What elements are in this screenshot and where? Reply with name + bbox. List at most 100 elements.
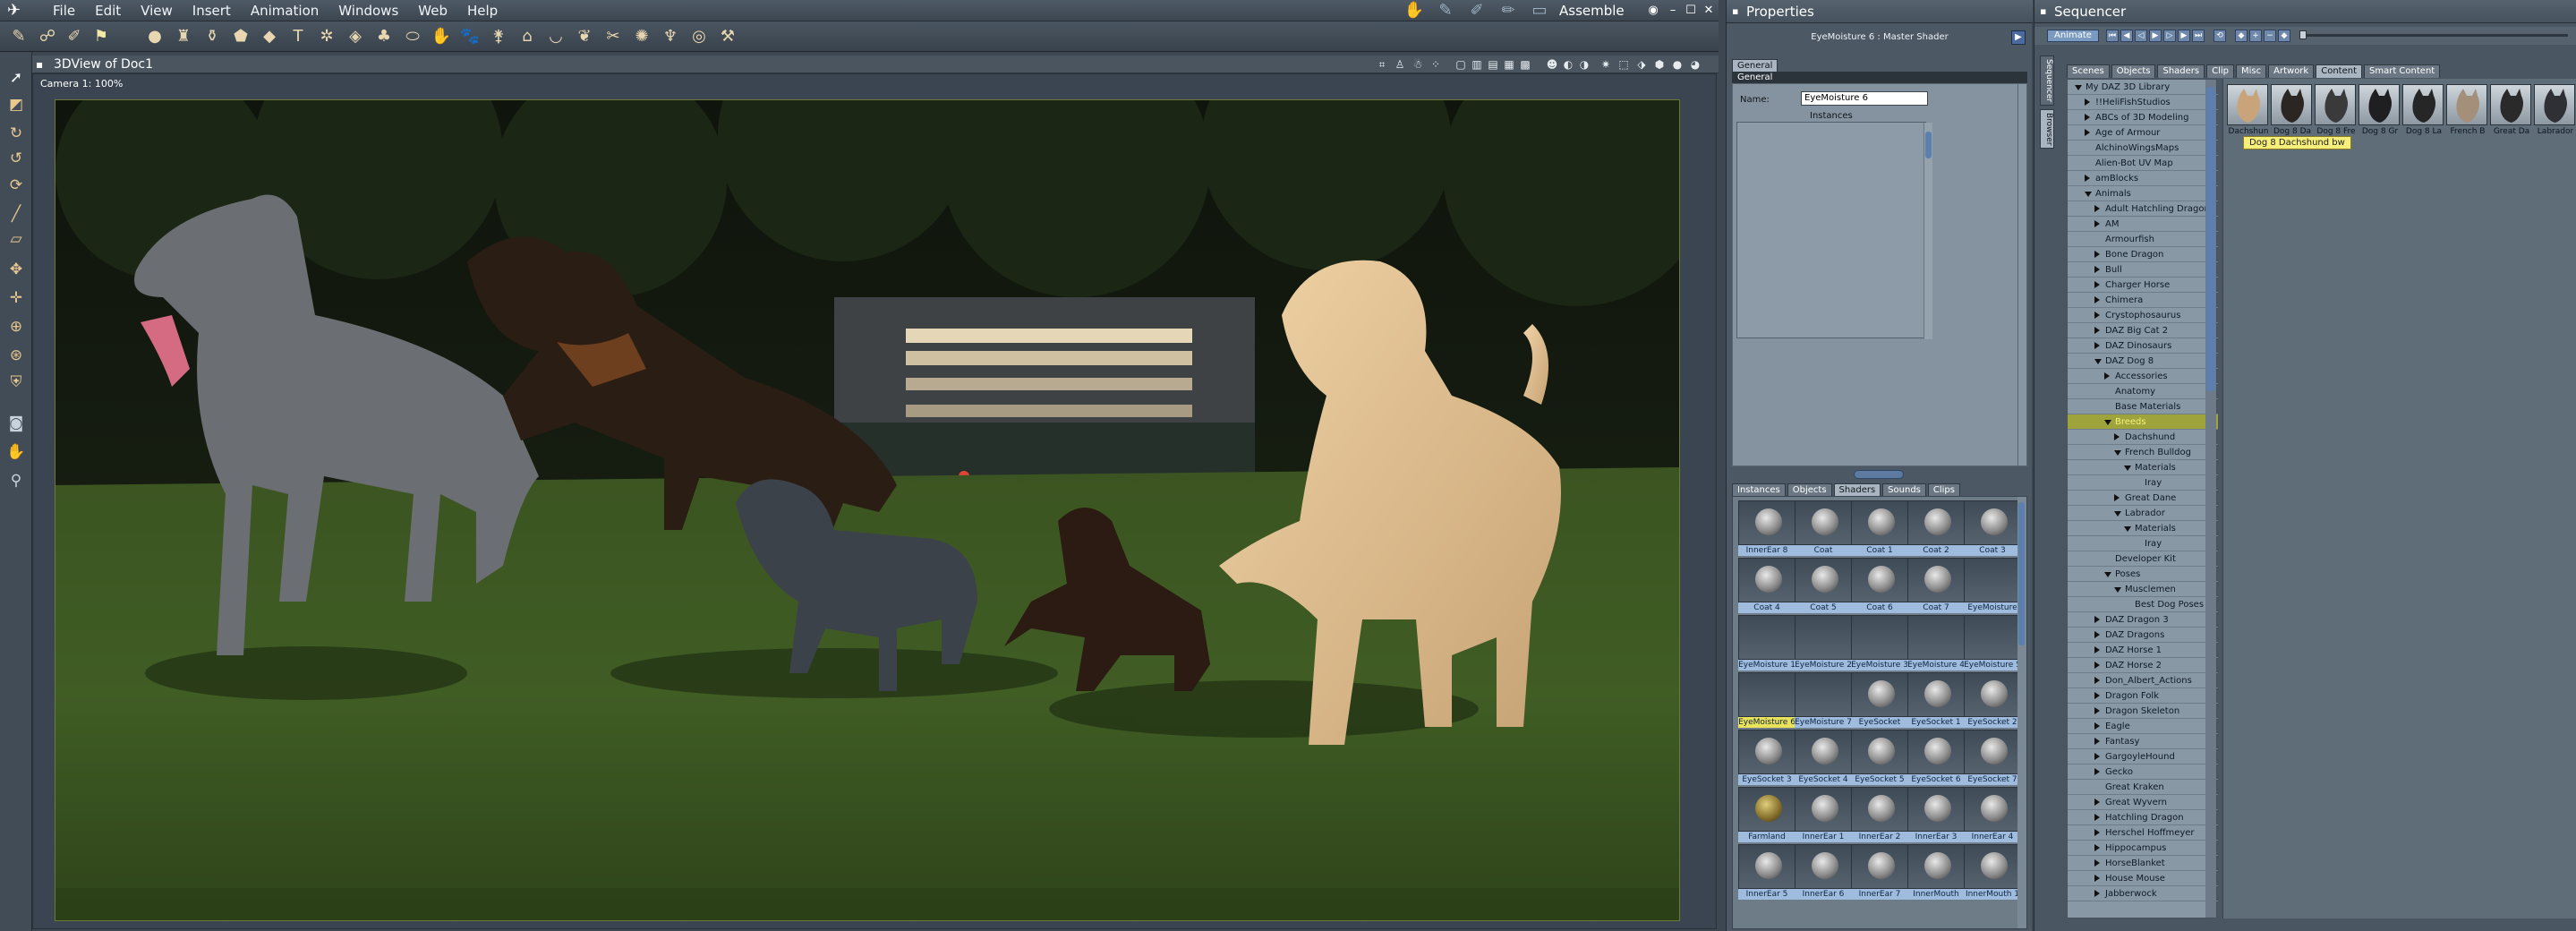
- hand-room-icon[interactable]: ✋: [1401, 0, 1428, 21]
- name-input[interactable]: EyeMoisture 6: [1801, 91, 1928, 106]
- view-face-icon[interactable]: ☻: [1545, 57, 1559, 72]
- instances-scrollbar[interactable]: [1923, 123, 1932, 339]
- bird-prop-icon[interactable]: ⚵: [487, 25, 510, 48]
- shader-item[interactable]: Coat 5: [1795, 558, 1852, 615]
- tree-item[interactable]: Iray: [2068, 475, 2218, 491]
- tab-objects-content[interactable]: Objects: [2111, 64, 2156, 78]
- ruler-room-icon[interactable]: ▭: [1526, 0, 1553, 21]
- collapsed-arrow-icon[interactable]: [2094, 738, 2100, 745]
- collapsed-arrow-icon[interactable]: [2094, 890, 2100, 897]
- shader-item[interactable]: Coat 7: [1907, 558, 1965, 615]
- collapsed-arrow-icon[interactable]: [2094, 875, 2100, 882]
- close-icon[interactable]: ✕: [1701, 3, 1717, 19]
- splat-prop-icon[interactable]: ✺: [630, 25, 653, 48]
- tree-item[interactable]: Adult Hatchling Dragon: [2068, 201, 2218, 217]
- tree-item[interactable]: Dragon Skeleton: [2068, 704, 2218, 719]
- shader-item[interactable]: EyeMoisture 7: [1795, 672, 1852, 730]
- tree-item[interactable]: My DAZ 3D Library: [2068, 80, 2218, 95]
- box-solid-icon[interactable]: ⬢: [1652, 57, 1667, 72]
- collapsed-arrow-icon[interactable]: [2114, 494, 2120, 501]
- collapsed-arrow-icon[interactable]: [2085, 114, 2090, 121]
- collapsed-arrow-icon[interactable]: [2094, 251, 2100, 258]
- collapsed-arrow-icon[interactable]: [2094, 220, 2100, 227]
- collapsed-arrow-icon[interactable]: [2094, 768, 2100, 775]
- collapsed-arrow-icon[interactable]: [2094, 281, 2100, 288]
- content-item[interactable]: Dog 8 Gr: [2358, 84, 2401, 138]
- light-icon[interactable]: ✷: [1599, 57, 1613, 72]
- target-prop-icon[interactable]: ◎: [687, 25, 711, 48]
- tab-general[interactable]: General: [1732, 59, 1778, 73]
- tree-item[interactable]: Alien-Bot UV Map: [2068, 156, 2218, 171]
- content-item[interactable]: French B: [2446, 84, 2489, 138]
- menu-view[interactable]: View: [131, 0, 183, 21]
- collapsed-arrow-icon[interactable]: [2094, 266, 2100, 273]
- text-prop-icon[interactable]: T: [286, 25, 310, 48]
- collapsed-arrow-icon[interactable]: [2094, 327, 2100, 334]
- panel-close-icon[interactable]: ▪: [1732, 5, 1738, 17]
- cylinder-prop-icon[interactable]: ⬭: [401, 25, 424, 48]
- figure-tool-icon[interactable]: ☍: [36, 25, 59, 48]
- tree-item[interactable]: Breeds: [2068, 414, 2218, 430]
- tree-item[interactable]: Anatomy: [2068, 384, 2218, 399]
- joint-tool-icon[interactable]: ⊕: [4, 315, 28, 338]
- expanded-arrow-icon[interactable]: [2085, 192, 2092, 197]
- menu-help[interactable]: Help: [457, 0, 508, 21]
- tree-item[interactable]: Great Wyvern: [2068, 795, 2218, 810]
- pen-room-icon[interactable]: ✐: [1463, 0, 1490, 21]
- collapse-arrow-icon[interactable]: ▶: [2011, 30, 2026, 45]
- view-lock-icon[interactable]: ⌗: [1375, 57, 1389, 72]
- shader-item[interactable]: EyeMoisture 5: [1964, 615, 2021, 672]
- shader-item[interactable]: InnerMouth 1: [1964, 844, 2021, 901]
- brush-room-icon[interactable]: ✎: [1432, 0, 1459, 21]
- tab-scenes[interactable]: Scenes: [2067, 64, 2110, 78]
- pencil-room-icon[interactable]: ✏: [1495, 0, 1522, 21]
- wand-tool-icon[interactable]: ⚑: [90, 25, 113, 48]
- skeleton-prop-icon[interactable]: ♆: [659, 25, 682, 48]
- animate-button[interactable]: Animate: [2047, 30, 2099, 42]
- prev-key-icon[interactable]: ◀: [2120, 30, 2133, 42]
- tab-objects[interactable]: Objects: [1787, 483, 1832, 497]
- tree-item[interactable]: amBlocks: [2068, 171, 2218, 186]
- tree-item[interactable]: House Mouse: [2068, 871, 2218, 886]
- shader-item[interactable]: EyeSocket 6: [1907, 730, 1965, 787]
- eye-icon[interactable]: ◉: [1645, 3, 1661, 19]
- collapsed-arrow-icon[interactable]: [2094, 799, 2100, 806]
- disc-prop-icon[interactable]: ◈: [344, 25, 367, 48]
- general-section-header[interactable]: General: [1732, 72, 2027, 83]
- house-prop-icon[interactable]: ⌂: [516, 25, 539, 48]
- view-figure-icon[interactable]: ☃: [1411, 57, 1425, 72]
- shader-item[interactable]: InnerEar 3: [1907, 787, 1965, 844]
- tab-misc[interactable]: Misc: [2236, 64, 2267, 78]
- expanded-arrow-icon[interactable]: [2124, 466, 2131, 471]
- tree-item[interactable]: Charger Horse: [2068, 278, 2218, 293]
- shader-item[interactable]: InnerEar 8: [1738, 500, 1796, 558]
- render-scene[interactable]: [55, 99, 1680, 921]
- shader-item[interactable]: EyeSocket 2: [1964, 672, 2021, 730]
- ruler-tool-icon[interactable]: ▱: [4, 227, 28, 251]
- viewport[interactable]: Camera 1: 100%: [32, 73, 1717, 929]
- view-mask-icon[interactable]: ◐: [1561, 57, 1575, 72]
- tree-item[interactable]: Musclemen: [2068, 582, 2218, 597]
- vase-prop-icon[interactable]: ⚱: [200, 25, 224, 48]
- content-item[interactable]: Labrador: [2534, 84, 2576, 138]
- tree-item[interactable]: !!HeliFishStudios: [2068, 95, 2218, 110]
- collapsed-arrow-icon[interactable]: [2094, 722, 2100, 730]
- tree-item[interactable]: Poses: [2068, 567, 2218, 582]
- tree-item[interactable]: Jabberwock: [2068, 886, 2218, 901]
- tree-item[interactable]: AlchinoWingsMaps: [2068, 141, 2218, 156]
- shader-item[interactable]: Farmland: [1738, 787, 1796, 844]
- shader-item[interactable]: InnerEar 5: [1738, 844, 1796, 901]
- collapsed-arrow-icon[interactable]: [2094, 692, 2100, 699]
- tree-item[interactable]: Iray: [2068, 536, 2218, 551]
- box-wire-icon[interactable]: ⬚: [1616, 57, 1631, 72]
- layout-two-icon[interactable]: ▥: [1470, 57, 1484, 72]
- shader-item[interactable]: InnerEar 6: [1795, 844, 1852, 901]
- tree-item[interactable]: Don_Albert_Actions: [2068, 673, 2218, 688]
- shader-item[interactable]: Coat 3: [1964, 500, 2021, 558]
- expanded-arrow-icon[interactable]: [2104, 420, 2111, 425]
- collapsed-arrow-icon[interactable]: [2094, 859, 2100, 867]
- shader-item[interactable]: Coat 4: [1738, 558, 1796, 615]
- tree-item[interactable]: Accessories: [2068, 369, 2218, 384]
- layout-three-icon[interactable]: ▤: [1486, 57, 1500, 72]
- tree-item[interactable]: DAZ Horse 2: [2068, 658, 2218, 673]
